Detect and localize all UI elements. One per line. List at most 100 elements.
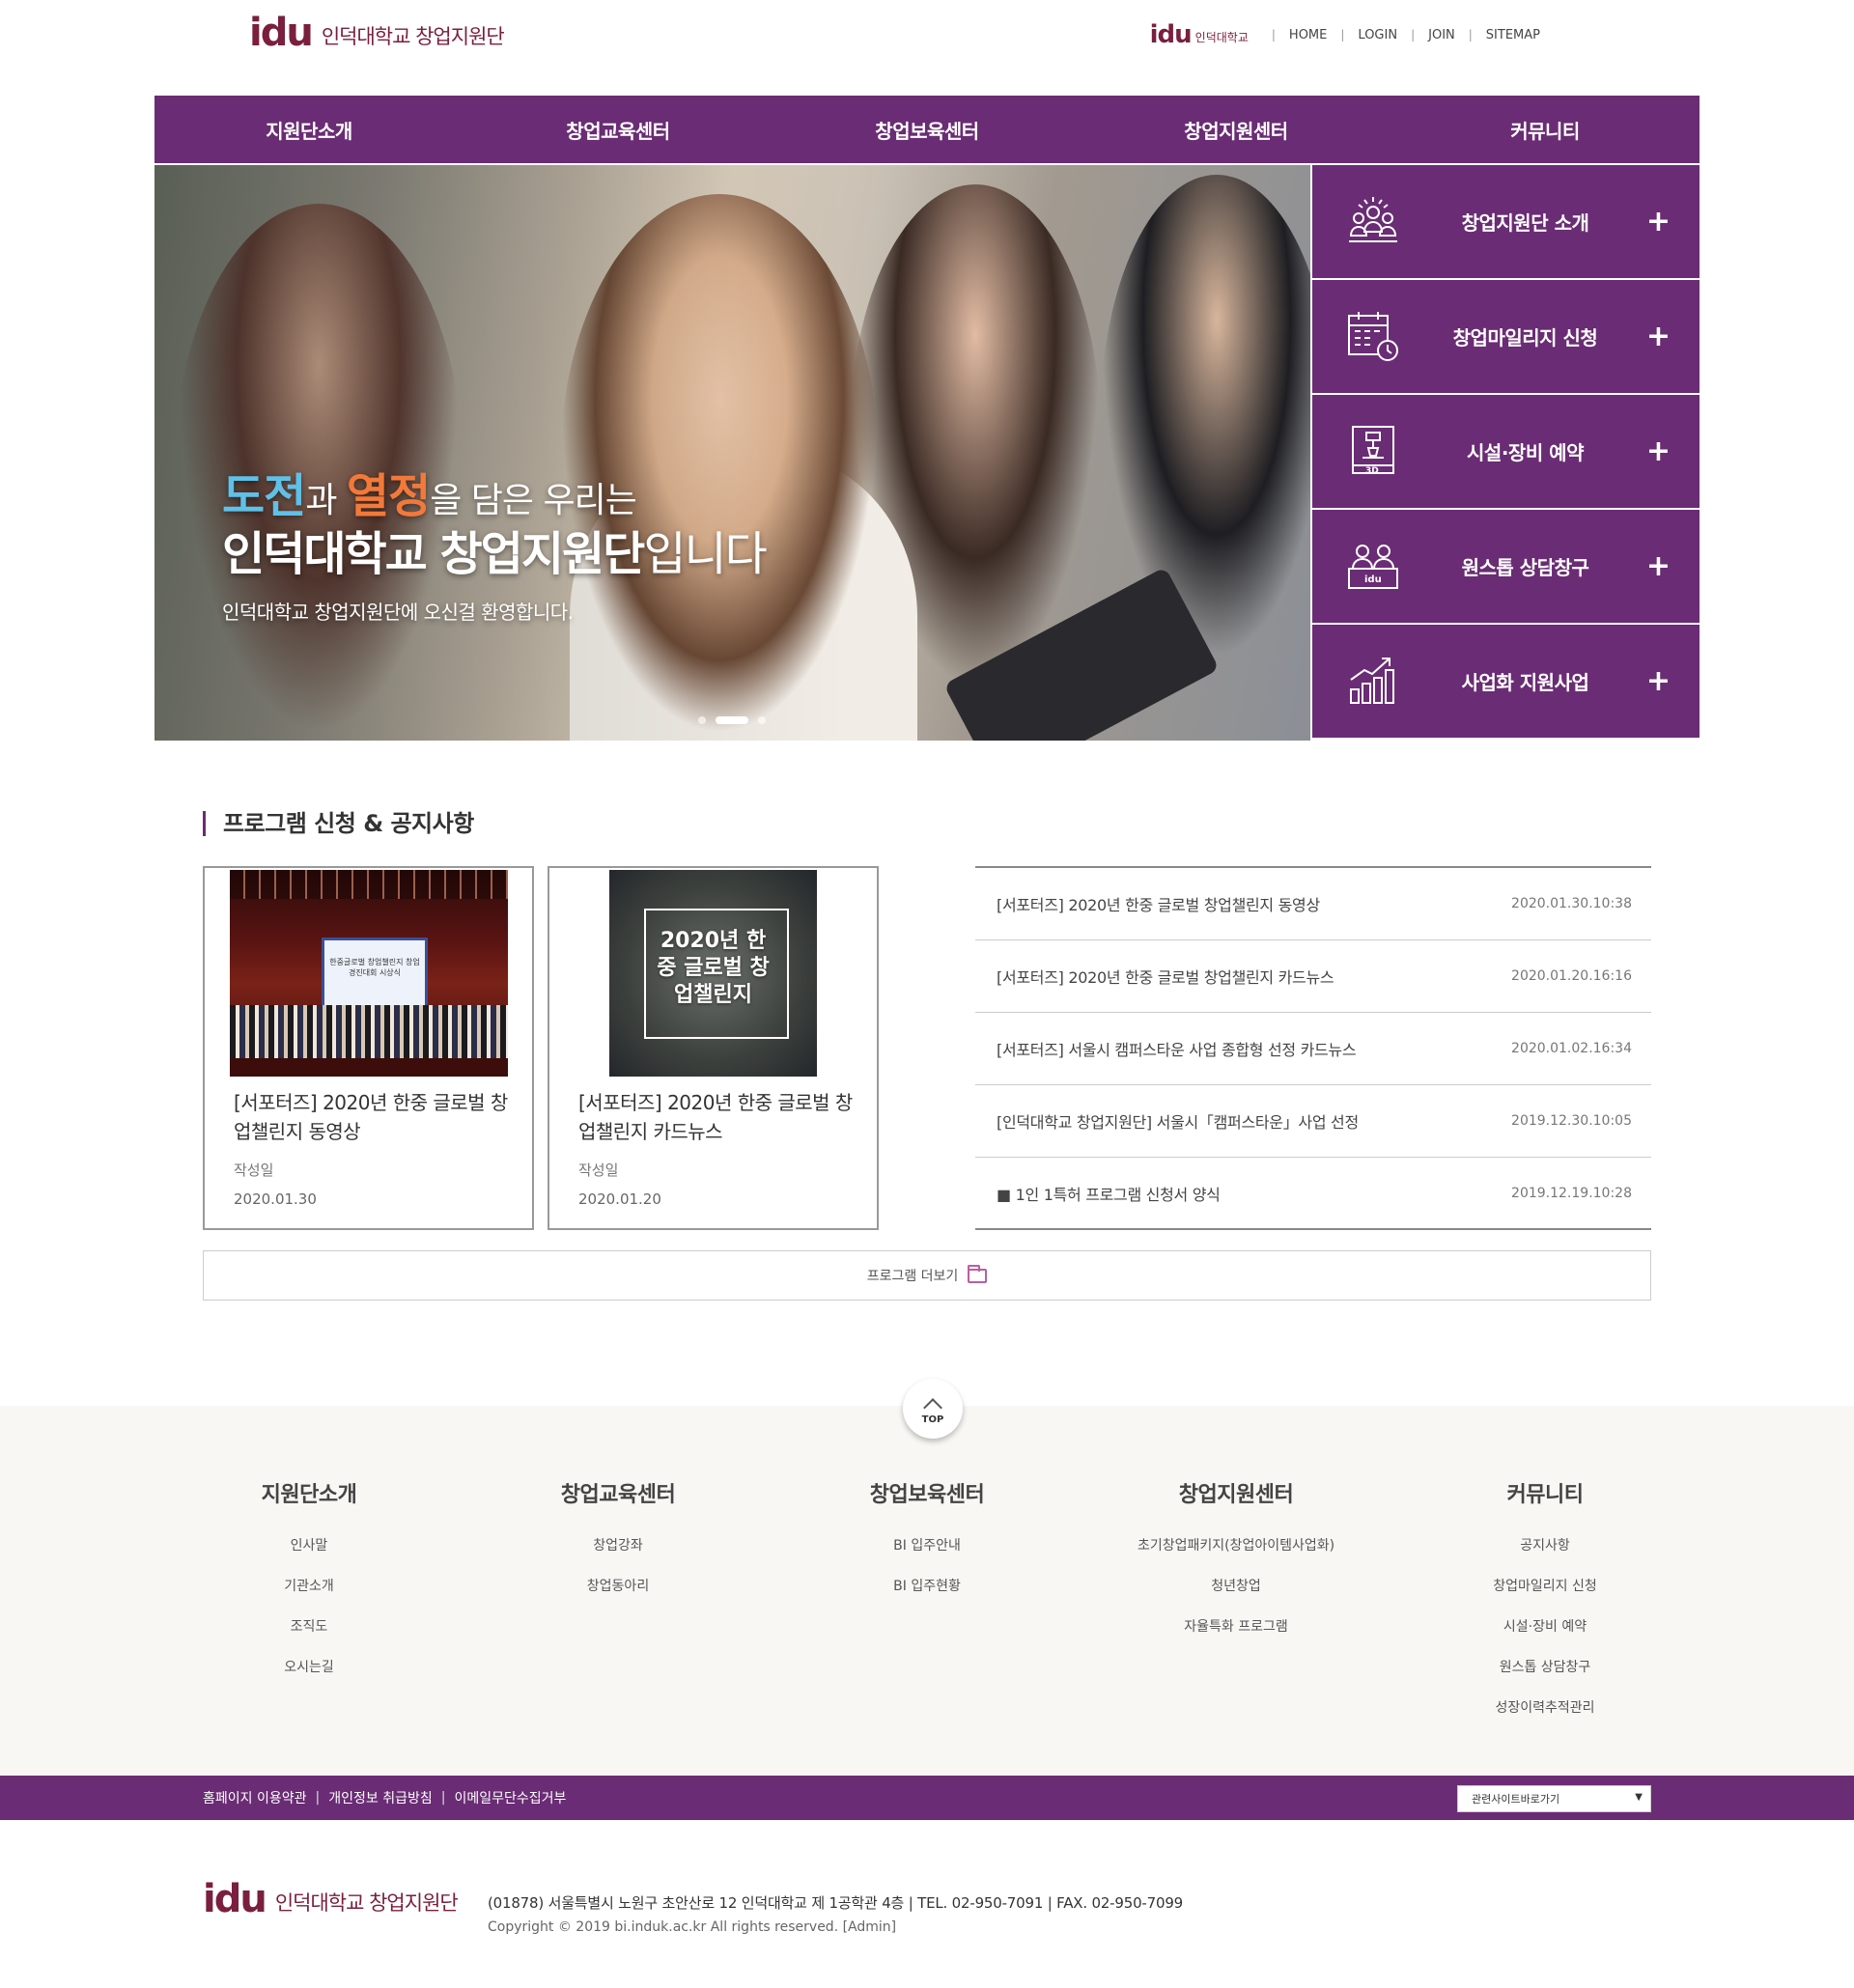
notice-item[interactable]: [서포터즈] 2020년 한중 글로벌 창업챌린지 카드뉴스 2020.01.2…	[975, 940, 1651, 1013]
related-sites-select[interactable]: 관련사이트바로가기 ▼	[1457, 1785, 1651, 1812]
notice-title: [서포터즈] 2020년 한중 글로벌 창업챌린지 카드뉴스	[997, 968, 1334, 987]
slider-dot[interactable]	[698, 716, 706, 724]
notice-item[interactable]: ■ 1인 1특허 프로그램 신청서 양식 2019.12.19.10:28	[975, 1158, 1651, 1230]
sitemap-link[interactable]: BI 입주현황	[772, 1576, 1082, 1616]
growth-chart-icon	[1350, 658, 1394, 704]
hero-caption: 도전과 열정을 담은 우리는 인덕대학교 창업지원단입니다 인덕대학교 창업지원…	[222, 472, 768, 625]
stage-screen-text: 한중글로벌 창업챌린지 창업경진대회 시상식	[329, 958, 420, 977]
sitemap-heading[interactable]: 창업지원센터	[1082, 1477, 1390, 1508]
consultation-desk-icon: idu	[1348, 545, 1398, 589]
group-photo-crowd	[230, 1005, 508, 1063]
nav-item-education-center[interactable]: 창업교육센터	[464, 96, 772, 163]
quick-item-mileage[interactable]: 창업마일리지 신청 +	[1312, 280, 1700, 393]
terms-link[interactable]: 홈페이지 이용약관	[203, 1788, 307, 1807]
sitemap-link[interactable]: 성장이력추적관리	[1390, 1697, 1700, 1738]
sitemap-link[interactable]: BI 입주안내	[772, 1535, 1082, 1576]
university-logo-text: 인덕대학교	[1194, 31, 1249, 44]
footer-logo-mark: idu	[203, 1877, 267, 1921]
program-card-date-label: 작성일	[234, 1162, 274, 1179]
sitemap-link[interactable]: 창업강좌	[464, 1535, 772, 1576]
notice-item[interactable]: [인덕대학교 창업지원단] 서울시「캠퍼스타운」사업 선정 2019.12.30…	[975, 1085, 1651, 1158]
login-link[interactable]: LOGIN	[1358, 28, 1397, 42]
sitemap-link[interactable]: SITEMAP	[1486, 28, 1540, 42]
quick-item-facility-reservation[interactable]: 3D 시설·장비 예약 +	[1312, 395, 1700, 508]
sitemap-link[interactable]: 공지사항	[1390, 1535, 1700, 1576]
sitemap-column-about: 지원단소개 인사말 기관소개 조직도 오시는길	[154, 1477, 464, 1697]
section-title: 프로그램 신청 & 공지사항	[203, 811, 474, 836]
logo-text: 인덕대학교 창업지원단	[321, 25, 505, 48]
more-programs-label: 프로그램 더보기	[866, 1269, 959, 1284]
university-logo-link[interactable]: idu 인덕대학교	[1150, 21, 1249, 48]
notice-date: 2019.12.30.10:05	[1511, 1113, 1632, 1129]
sitemap-link[interactable]: 원스톱 상담창구	[1390, 1657, 1700, 1697]
calendar-clock-icon	[1348, 312, 1398, 361]
nav-item-about[interactable]: 지원단소개	[154, 96, 464, 163]
thumbnail-title-text: 2020년 한중 글로벌 창업챌린지	[657, 929, 770, 1007]
sitemap-link[interactable]: 자율특화 프로그램	[1082, 1616, 1390, 1657]
join-link[interactable]: JOIN	[1428, 28, 1455, 42]
footer-address: (01878) 서울특별시 노원구 초안산로 12 인덕대학교 제 1공학관 4…	[488, 1894, 1184, 1912]
sitemap-link[interactable]: 시설·장비 예약	[1390, 1616, 1700, 1657]
quick-item-about[interactable]: 창업지원단 소개 +	[1312, 165, 1700, 278]
svg-text:3D: 3D	[1365, 466, 1379, 476]
related-sites-selected: 관련사이트바로가기	[1472, 1793, 1560, 1806]
notice-item[interactable]: [서포터즈] 서울시 캠퍼스타운 사업 종합형 선정 카드뉴스 2020.01.…	[975, 1013, 1651, 1085]
scroll-top-button[interactable]: TOP	[903, 1379, 963, 1439]
sitemap-link[interactable]: 창업동아리	[464, 1576, 772, 1616]
nav-item-support-center[interactable]: 창업지원센터	[1082, 96, 1390, 163]
notice-list: [서포터즈] 2020년 한중 글로벌 창업챌린지 동영상 2020.01.30…	[975, 866, 1651, 1230]
sitemap-heading[interactable]: 커뮤니티	[1390, 1477, 1700, 1508]
notice-title: ■ 1인 1특허 프로그램 신청서 양식	[997, 1185, 1221, 1204]
email-policy-link[interactable]: 이메일무단수집거부	[454, 1788, 566, 1807]
nav-item-incubation-center[interactable]: 창업보육센터	[772, 96, 1082, 163]
divider: |	[1340, 28, 1345, 42]
hero-subtitle: 인덕대학교 창업지원단에 오신걸 환영합니다.	[222, 601, 574, 624]
home-link[interactable]: HOME	[1289, 28, 1327, 42]
divider: |	[1271, 28, 1276, 42]
sitemap-link[interactable]: 창업마일리지 신청	[1390, 1576, 1700, 1616]
hero-headline-2: 인덕대학교 창업지원단입니다	[222, 525, 768, 583]
sitemap-column-support: 창업지원센터 초기창업패키지(창업아이템사업화) 청년창업 자율특화 프로그램	[1082, 1477, 1390, 1657]
sitemap-heading[interactable]: 창업보육센터	[772, 1477, 1082, 1508]
sitemap-heading[interactable]: 지원단소개	[154, 1477, 464, 1508]
sitemap-link[interactable]: 청년창업	[1082, 1576, 1390, 1616]
program-card-date: 2020.01.20	[578, 1190, 661, 1208]
notice-date: 2020.01.02.16:34	[1511, 1041, 1632, 1056]
sitemap-column-incubation: 창업보육센터 BI 입주안내 BI 입주현황	[772, 1477, 1082, 1616]
sitemap-heading[interactable]: 창업교육센터	[464, 1477, 772, 1508]
notice-date: 2020.01.30.10:38	[1511, 896, 1632, 911]
group-people-icon	[1349, 197, 1397, 242]
sitemap-link[interactable]: 조직도	[154, 1616, 464, 1657]
notice-item[interactable]: [서포터즈] 2020년 한중 글로벌 창업챌린지 동영상 2020.01.30…	[975, 868, 1651, 940]
program-card[interactable]: 한중글로벌 창업챌린지 창업경진대회 시상식 [서포터즈] 2020년 한중 글…	[203, 866, 534, 1230]
dropdown-arrow-icon: ▼	[1635, 1792, 1643, 1803]
nav-item-community[interactable]: 커뮤니티	[1390, 96, 1700, 163]
quick-item-consultation[interactable]: idu 원스톱 상담창구 +	[1312, 510, 1700, 623]
more-programs-button[interactable]: 프로그램 더보기	[203, 1250, 1651, 1301]
plus-icon: +	[1645, 204, 1671, 238]
sitemap-column-education: 창업교육센터 창업강좌 창업동아리	[464, 1477, 772, 1616]
quick-item-commercialization[interactable]: 사업화 지원사업 +	[1312, 625, 1700, 738]
stage-floor	[230, 1058, 508, 1077]
3d-printer-icon: 3D	[1352, 426, 1394, 476]
footer-logo: idu 인덕대학교 창업지원단	[203, 1877, 459, 1921]
utility-nav: idu 인덕대학교 | HOME | LOGIN | JOIN | SITEMA…	[1150, 21, 1540, 48]
slider-dot-active[interactable]	[716, 716, 748, 724]
site-logo[interactable]: idu 인덕대학교 창업지원단	[249, 12, 505, 54]
sitemap-link[interactable]: 인사말	[154, 1535, 464, 1576]
program-card[interactable]: 2020년 한중 글로벌 창업챌린지 [서포터즈] 2020년 한중 글로벌 창…	[548, 866, 879, 1230]
slider-dot[interactable]	[758, 716, 766, 724]
divider: |	[1411, 28, 1416, 42]
main-nav: 지원단소개 창업교육센터 창업보육센터 창업지원센터 커뮤니티	[154, 96, 1700, 163]
plus-icon: +	[1645, 319, 1671, 353]
thumbnail-title: 2020년 한중 글로벌 창업챌린지	[609, 928, 817, 1009]
hero-banner[interactable]: 도전과 열정을 담은 우리는 인덕대학교 창업지원단입니다 인덕대학교 창업지원…	[154, 165, 1310, 741]
hero-word: 을 담은 우리는	[430, 481, 637, 520]
sitemap-link[interactable]: 초기창업패키지(창업아이템사업화)	[1082, 1535, 1390, 1576]
hero-headline-1: 도전과 열정을 담은 우리는	[222, 472, 766, 525]
notice-date: 2020.01.20.16:16	[1511, 968, 1632, 984]
divider: |	[440, 1790, 446, 1806]
sitemap-link[interactable]: 오시는길	[154, 1657, 464, 1697]
sitemap-link[interactable]: 기관소개	[154, 1576, 464, 1616]
privacy-policy-link[interactable]: 개인정보 취급방침	[328, 1788, 433, 1807]
